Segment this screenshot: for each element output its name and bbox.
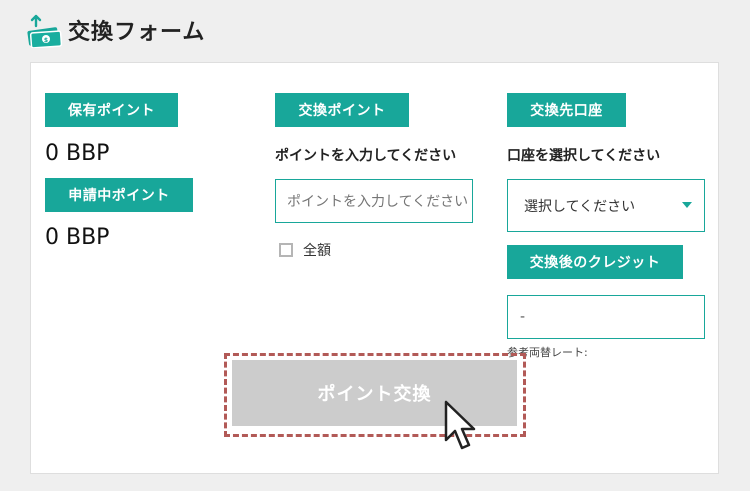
- exchange-form-page: $ 交換フォーム 保有ポイント 0 BBP 申請中ポイント 0 BBP 交換ポイ…: [0, 0, 750, 491]
- exchange-points-badge: 交換ポイント: [275, 93, 409, 127]
- destination-account-instruction: 口座を選択してください: [507, 148, 661, 164]
- held-points-badge: 保有ポイント: [45, 93, 178, 127]
- all-amount-option[interactable]: 全額: [279, 240, 331, 260]
- mouse-pointer-icon: [444, 400, 476, 450]
- svg-text:$: $: [44, 37, 48, 44]
- all-amount-label: 全額: [303, 243, 331, 259]
- destination-account-badge: 交換先口座: [507, 93, 626, 127]
- held-points-value: 0 BBP: [45, 141, 110, 166]
- destination-account-select[interactable]: 選択してください: [507, 179, 705, 232]
- all-amount-checkbox[interactable]: [279, 243, 293, 257]
- credit-after-exchange-badge: 交換後のクレジット: [507, 245, 683, 279]
- page-header: $ 交換フォーム: [24, 10, 205, 50]
- caret-down-icon: [682, 202, 692, 208]
- destination-account-selected-value: 選択してください: [524, 198, 636, 215]
- pending-points-value: 0 BBP: [45, 225, 110, 250]
- credit-after-exchange-value: -: [507, 295, 705, 339]
- money-exchange-icon: $: [27, 14, 63, 48]
- pending-points-badge: 申請中ポイント: [45, 178, 193, 212]
- exchange-points-input[interactable]: [275, 179, 473, 223]
- exchange-points-instruction: ポイントを入力してください: [275, 148, 457, 164]
- page-title: 交換フォーム: [68, 20, 206, 45]
